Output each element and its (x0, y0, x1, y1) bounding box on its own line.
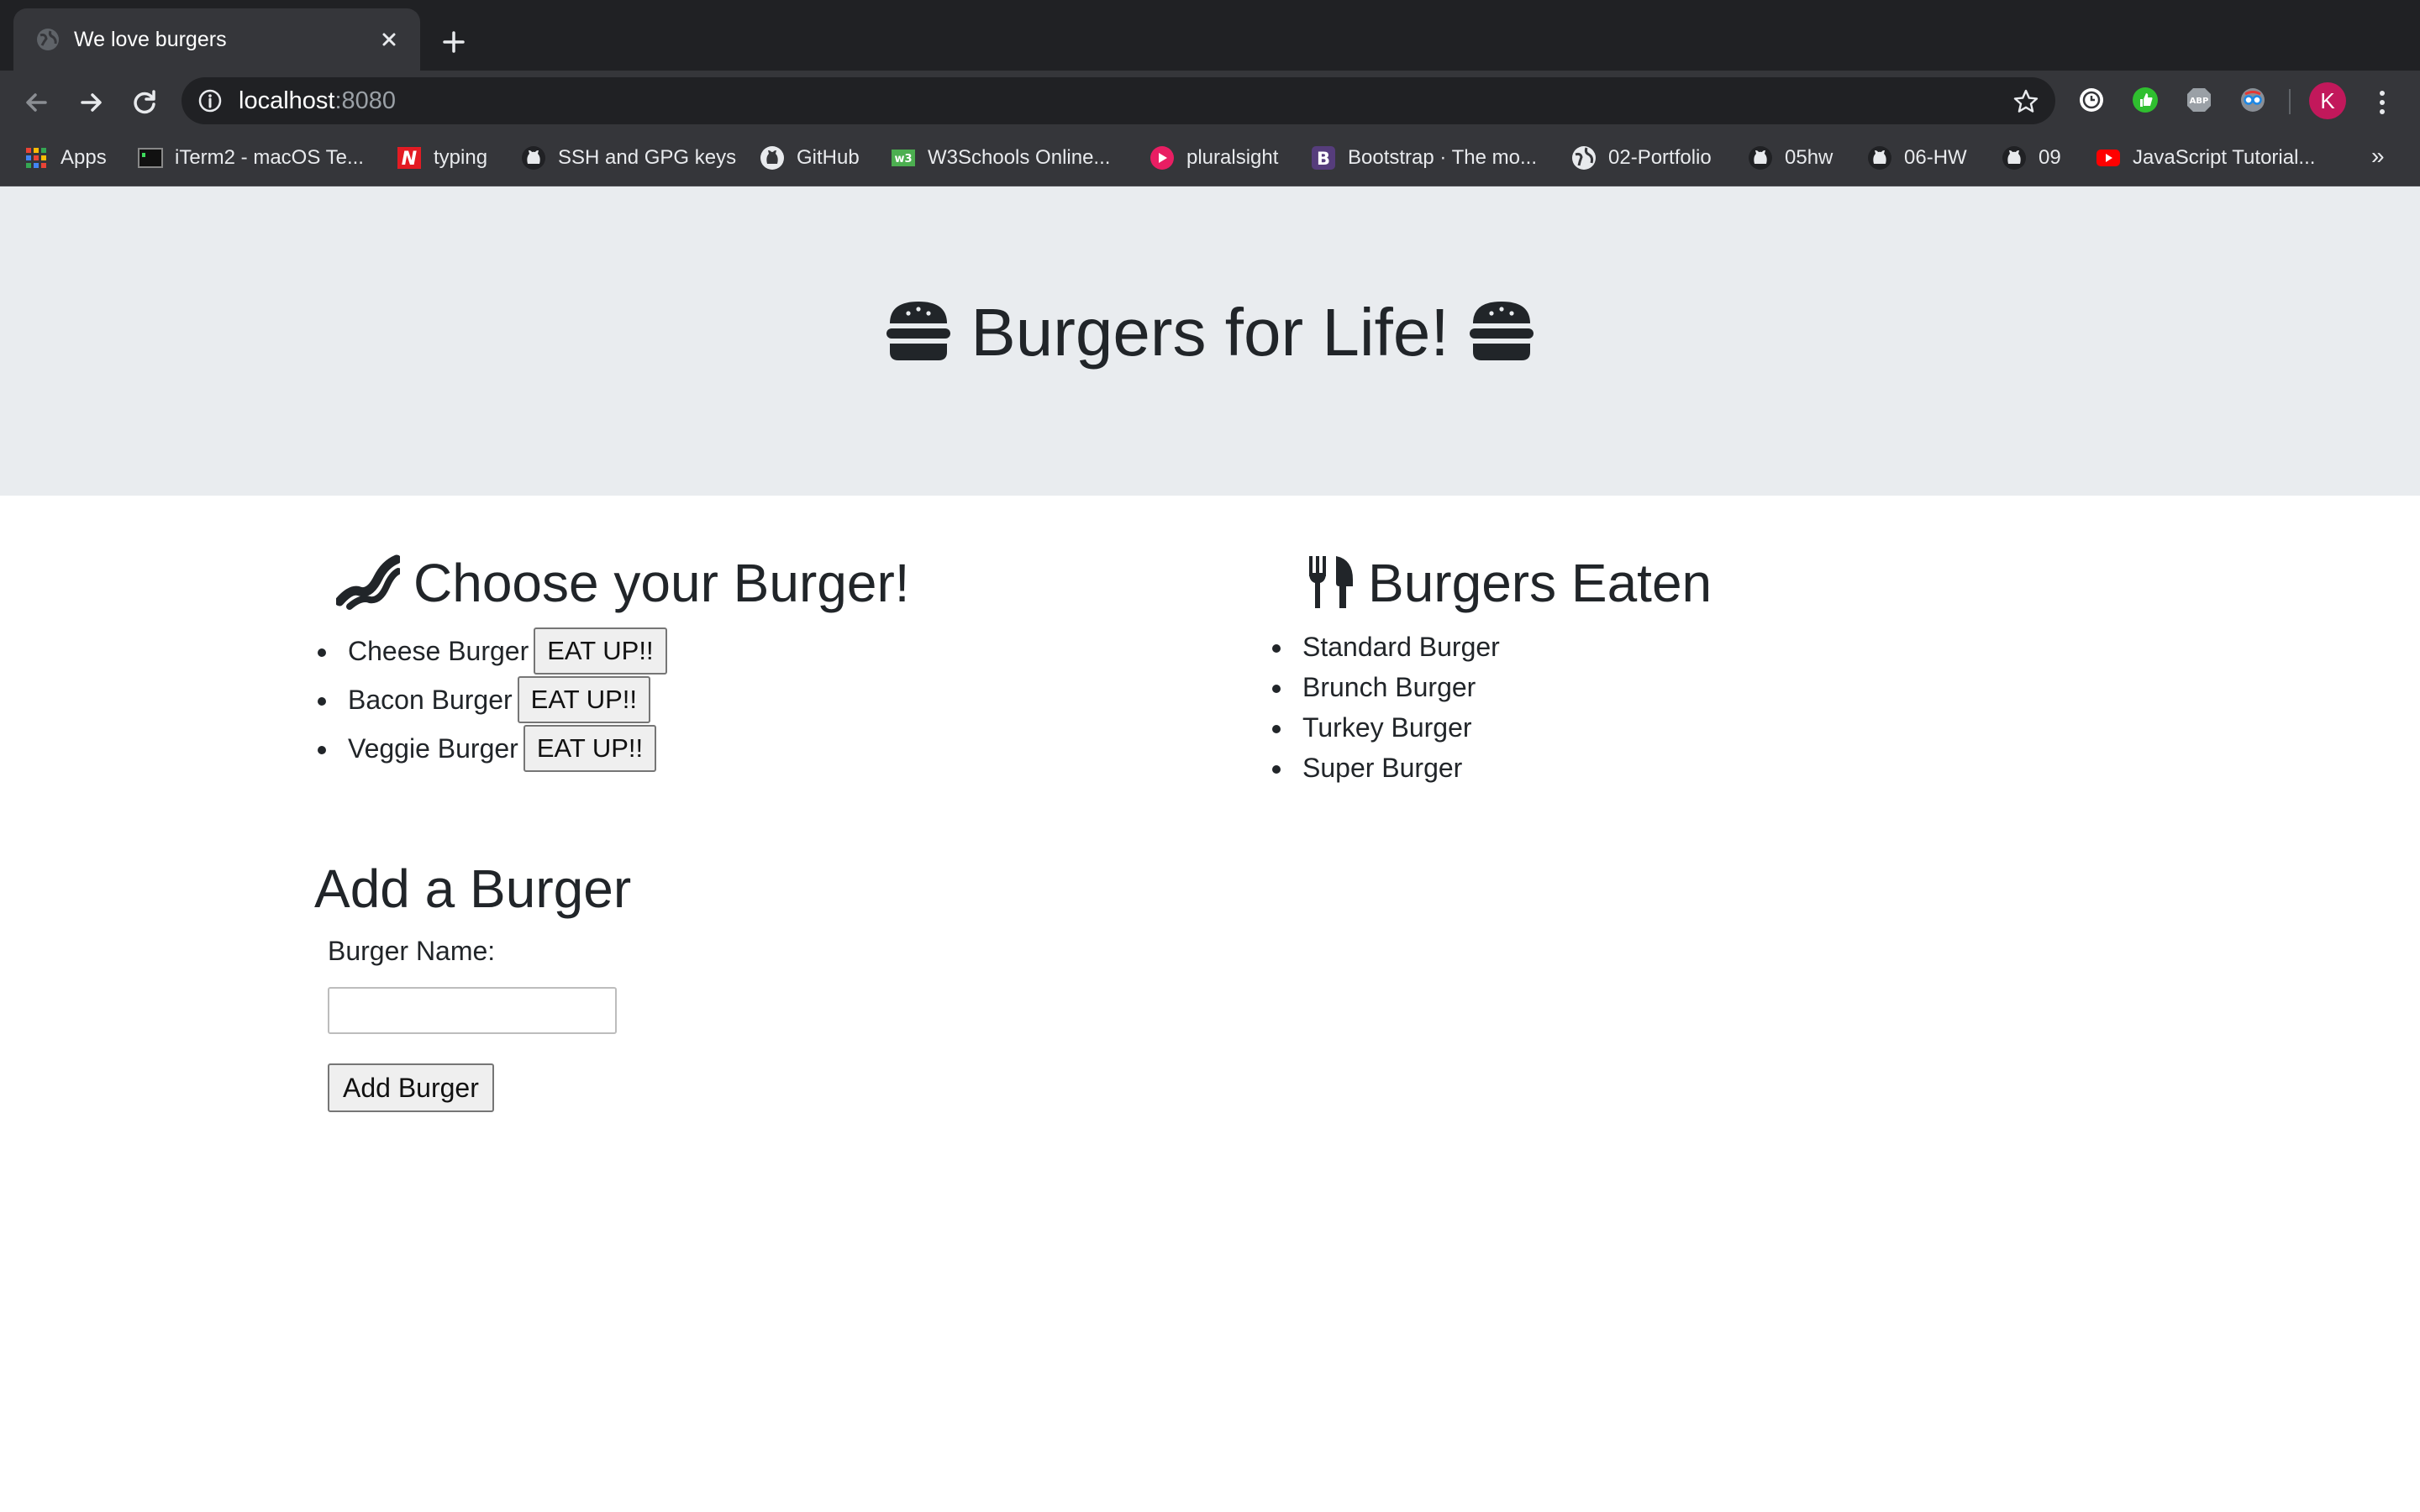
bookmark-label: Apps (60, 146, 107, 169)
bookmark-star-icon[interactable] (2012, 87, 2040, 116)
bookmark-pluralsight[interactable]: pluralsight (1150, 144, 1278, 172)
eat-up-button[interactable]: EAT UP!! (523, 724, 657, 772)
n-logo-icon: N (397, 147, 421, 170)
svg-text:N: N (402, 149, 417, 170)
burgers-eaten-heading-text: Burgers Eaten (1368, 553, 1712, 613)
list-item: Turkey Burger (1269, 707, 1500, 748)
bookmark-label: pluralsight (1186, 146, 1279, 169)
github-icon (2002, 146, 2026, 170)
hamburger-icon (1469, 301, 1534, 360)
jumbotron-header: Burgers for Life! (0, 186, 2420, 496)
address-bar[interactable]: localhost:8080 (182, 77, 2055, 124)
bookmark-06hw[interactable]: 06-HW (1867, 144, 1967, 172)
svg-text:ABP: ABP (2190, 97, 2209, 106)
bookmark-label: typing (434, 146, 488, 169)
uneaten-burger-list: Cheese Burger EAT UP!! Bacon Burger EAT UP… (314, 627, 667, 773)
forward-icon[interactable] (74, 86, 108, 119)
terminal-icon (138, 148, 163, 168)
bookmark-portfolio[interactable]: 02-Portfolio (1571, 144, 1712, 172)
bookmark-label: 09 (2039, 146, 2061, 169)
bookmark-09[interactable]: 09 (2002, 144, 2061, 172)
list-item: Bacon Burger EAT UP!! (314, 675, 667, 724)
browser-toolbar: localhost:8080 ABP K (0, 71, 2420, 131)
bookmark-label: GitHub (797, 146, 860, 169)
hamburger-icon (886, 301, 951, 360)
bookmark-05hw[interactable]: 05hw (1748, 144, 1833, 172)
bookmark-label: 02-Portfolio (1608, 146, 1712, 169)
burger-name: Cheese Burger (348, 636, 529, 666)
utensils-icon (1309, 556, 1353, 609)
w3schools-icon: w3 (892, 150, 915, 166)
info-icon[interactable] (197, 87, 224, 114)
bookmark-javascript-tutorial[interactable]: JavaScript Tutorial... (2096, 144, 2315, 172)
bookmark-label: 06-HW (1904, 146, 1967, 169)
reload-icon[interactable] (128, 86, 161, 119)
bookmark-label: SSH and GPG keys (558, 146, 737, 169)
choose-burger-heading: Choose your Burger! (334, 551, 910, 615)
browser-tab[interactable]: We love burgers (13, 8, 420, 71)
tab-title: We love burgers (74, 28, 227, 51)
add-burger-heading: Add a Burger (314, 858, 632, 919)
burger-name: Veggie Burger (348, 733, 518, 764)
profile-avatar[interactable]: K (2309, 82, 2346, 119)
burger-name-input[interactable] (328, 987, 617, 1034)
bookmark-github[interactable]: GitHub (760, 144, 860, 172)
url-port: :8080 (334, 87, 397, 114)
bookmark-iterm2[interactable]: iTerm2 - macOS Te... (138, 144, 364, 172)
tab-strip: We love burgers (0, 0, 2420, 71)
eat-up-button[interactable]: EAT UP!! (534, 627, 667, 675)
list-item: Brunch Burger (1269, 667, 1500, 707)
page-title: Burgers for Life! (0, 292, 2420, 373)
bookmark-label: JavaScript Tutorial... (2133, 146, 2316, 169)
bookmarks-bar: Apps iTerm2 - macOS Te... N typing SSH a… (0, 131, 2420, 186)
back-icon[interactable] (20, 86, 54, 119)
more-bookmarks-chevron[interactable]: » (2371, 143, 2385, 170)
eat-up-button[interactable]: EAT UP!! (517, 675, 651, 723)
bookmark-ssh-gpg[interactable]: SSH and GPG keys (521, 144, 736, 172)
url-host: localhost (239, 87, 335, 114)
close-icon[interactable] (375, 25, 403, 54)
list-item: Super Burger (1269, 748, 1500, 788)
svg-text:w3: w3 (894, 153, 912, 165)
list-item: Cheese Burger EAT UP!! (314, 627, 667, 675)
svg-text:B: B (1317, 149, 1330, 169)
bookmark-label: W3Schools Online... (928, 146, 1111, 169)
burger-name-label: Burger Name: (328, 936, 496, 966)
burgers-eaten-heading: Burgers Eaten (1307, 551, 1712, 615)
bookmark-typing[interactable]: N typing (397, 144, 487, 172)
bookmark-apps[interactable]: Apps (24, 144, 107, 172)
burger-name: Bacon Burger (348, 685, 513, 715)
bookmark-label: iTerm2 - macOS Te... (175, 146, 364, 169)
apps-grid-icon (26, 148, 46, 168)
bookmark-label: Bootstrap · The mo... (1348, 146, 1537, 169)
more-menu-icon[interactable] (2370, 86, 2395, 119)
bookmark-bootstrap[interactable]: B Bootstrap · The mo... (1311, 144, 1537, 172)
toolbar-divider (2289, 89, 2291, 114)
globe-icon (1572, 146, 1596, 170)
bootstrap-icon: B (1312, 146, 1335, 170)
eaten-burger-list: Standard Burger Brunch Burger Turkey Bur… (1269, 627, 1500, 788)
list-item: Standard Burger (1269, 627, 1500, 667)
new-tab-icon[interactable] (437, 25, 471, 59)
youtube-icon (2096, 150, 2120, 166)
url-text[interactable]: localhost:8080 (239, 87, 396, 114)
list-item: Veggie Burger EAT UP!! (314, 724, 667, 773)
adblock-plus-icon[interactable]: ABP (2185, 86, 2213, 114)
bookmark-label: 05hw (1785, 146, 1833, 169)
pluralsight-icon (1150, 146, 1174, 170)
github-icon (1868, 146, 1891, 170)
extension-clock-icon[interactable] (2077, 86, 2106, 114)
extension-glasses-icon[interactable] (2238, 86, 2267, 114)
github-icon (1749, 146, 1772, 170)
add-burger-button[interactable]: Add Burger (328, 1063, 494, 1112)
github-icon (760, 146, 784, 170)
page-title-text: Burgers for Life! (971, 295, 1449, 370)
github-icon (522, 146, 545, 170)
globe-icon (37, 29, 59, 50)
choose-burger-heading-text: Choose your Burger! (413, 553, 910, 613)
bookmark-w3schools[interactable]: w3 W3Schools Online... (891, 144, 1110, 172)
bacon-icon (334, 554, 402, 611)
extension-thumbs-up-icon[interactable] (2131, 86, 2160, 114)
